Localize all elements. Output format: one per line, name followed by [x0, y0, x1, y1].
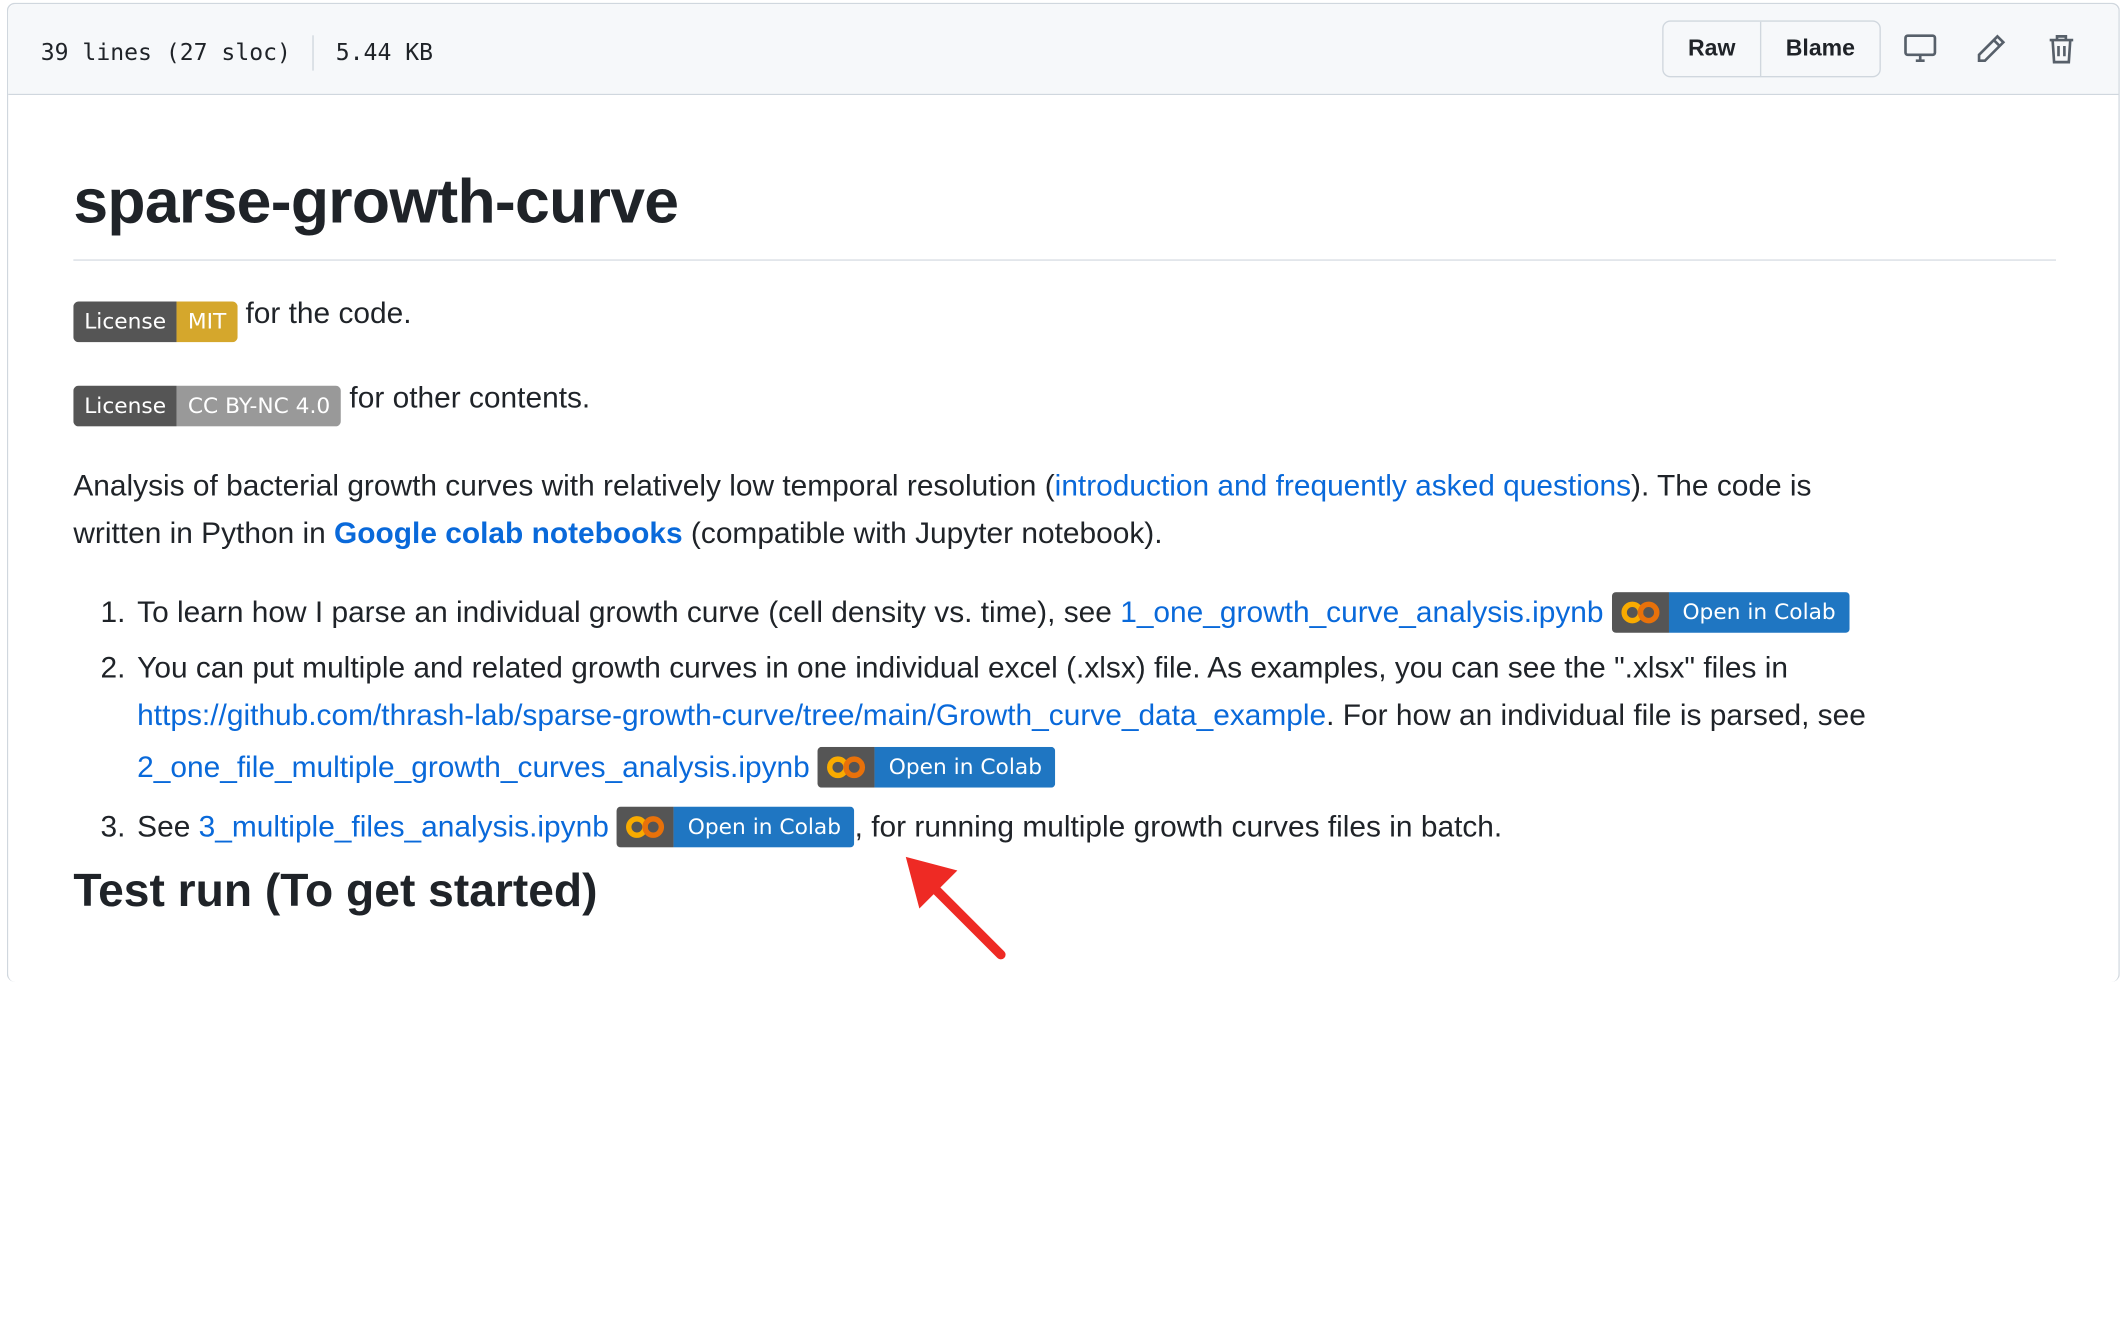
file-header: 39 lines (27 sloc) 5.44 KB Raw Blame [8, 4, 2119, 96]
colab-logo-icon [818, 746, 876, 788]
title-divider [73, 259, 2057, 261]
file-meta: 39 lines (27 sloc) 5.44 KB [40, 35, 434, 71]
colab-label: Open in Colab [674, 806, 855, 848]
list-number: 2. [100, 650, 126, 685]
list-number: 1. [100, 594, 126, 629]
colab-logo-icon [617, 806, 675, 848]
notebook-link-3[interactable]: 3_multiple_files_analysis.ipynb [199, 809, 609, 843]
intro-paragraph: Analysis of bacterial growth curves with… [73, 462, 1811, 557]
raw-blame-group: Raw Blame [1662, 20, 1881, 78]
badge-line-cc: License CC BY-NC 4.0 for other contents. [73, 373, 591, 427]
desktop-icon[interactable] [1903, 31, 1938, 66]
intro-text: Analysis of bacterial growth curves with… [73, 468, 1055, 503]
list-text: You can put multiple and related growth … [137, 650, 1789, 685]
trash-icon[interactable] [2044, 31, 2079, 66]
file-view: 39 lines (27 sloc) 5.44 KB Raw Blame spa… [6, 2, 2120, 982]
list-number: 3. [100, 809, 126, 844]
intro-text: (compatible with Jupyter notebook). [682, 516, 1163, 550]
badge-label: License [73, 385, 177, 427]
pencil-icon[interactable] [1973, 31, 2008, 66]
list-text: , for running multiple growth curves fil… [854, 809, 1503, 844]
badge-value: CC BY-NC 4.0 [176, 385, 342, 427]
raw-button[interactable]: Raw [1664, 22, 1760, 76]
open-in-colab-badge-3[interactable]: Open in Colab [617, 806, 855, 848]
notebook-link-2[interactable]: 2_one_file_multiple_growth_curves_analys… [137, 750, 810, 784]
list-text: . For how an individual file is parsed, … [1326, 698, 1866, 732]
license-mit-badge[interactable]: License MIT [73, 301, 238, 343]
notebook-link-1[interactable]: 1_one_growth_curve_analysis.ipynb [1120, 595, 1603, 629]
badge-caption: for other contents. [349, 380, 591, 415]
license-cc-badge[interactable]: License CC BY-NC 4.0 [73, 385, 342, 427]
faq-link[interactable]: introduction and frequently asked questi… [1055, 469, 1631, 503]
file-size: 5.44 KB [335, 39, 434, 67]
intro-text: ). The code is [1631, 468, 1812, 503]
readme-title: sparse-growth-curve [73, 165, 679, 237]
example-data-link[interactable]: https://github.com/thrash-lab/sparse-gro… [137, 698, 1326, 732]
line-count: 39 lines (27 sloc) [40, 39, 291, 67]
badge-line-mit: License MIT for the code. [73, 289, 412, 343]
list-text: To learn how I parse an individual growt… [137, 594, 1121, 629]
open-in-colab-badge-1[interactable]: Open in Colab [1611, 592, 1850, 633]
badge-label: License [73, 301, 177, 343]
colab-notebooks-link[interactable]: Google colab notebooks [334, 516, 683, 550]
meta-divider [312, 35, 315, 71]
red-arrow-annotation [905, 856, 1006, 960]
colab-label: Open in Colab [1668, 592, 1850, 633]
colab-label: Open in Colab [875, 746, 1056, 788]
blame-button[interactable]: Blame [1759, 21, 1880, 77]
badge-value: MIT [176, 301, 238, 343]
intro-text: written in Python in [73, 516, 335, 550]
section-heading: Test run (To get started) [73, 865, 598, 917]
badge-caption: for the code. [245, 296, 412, 330]
list-text: See [137, 809, 199, 844]
open-in-colab-badge-2[interactable]: Open in Colab [818, 746, 1056, 788]
colab-logo-icon [1611, 592, 1669, 633]
